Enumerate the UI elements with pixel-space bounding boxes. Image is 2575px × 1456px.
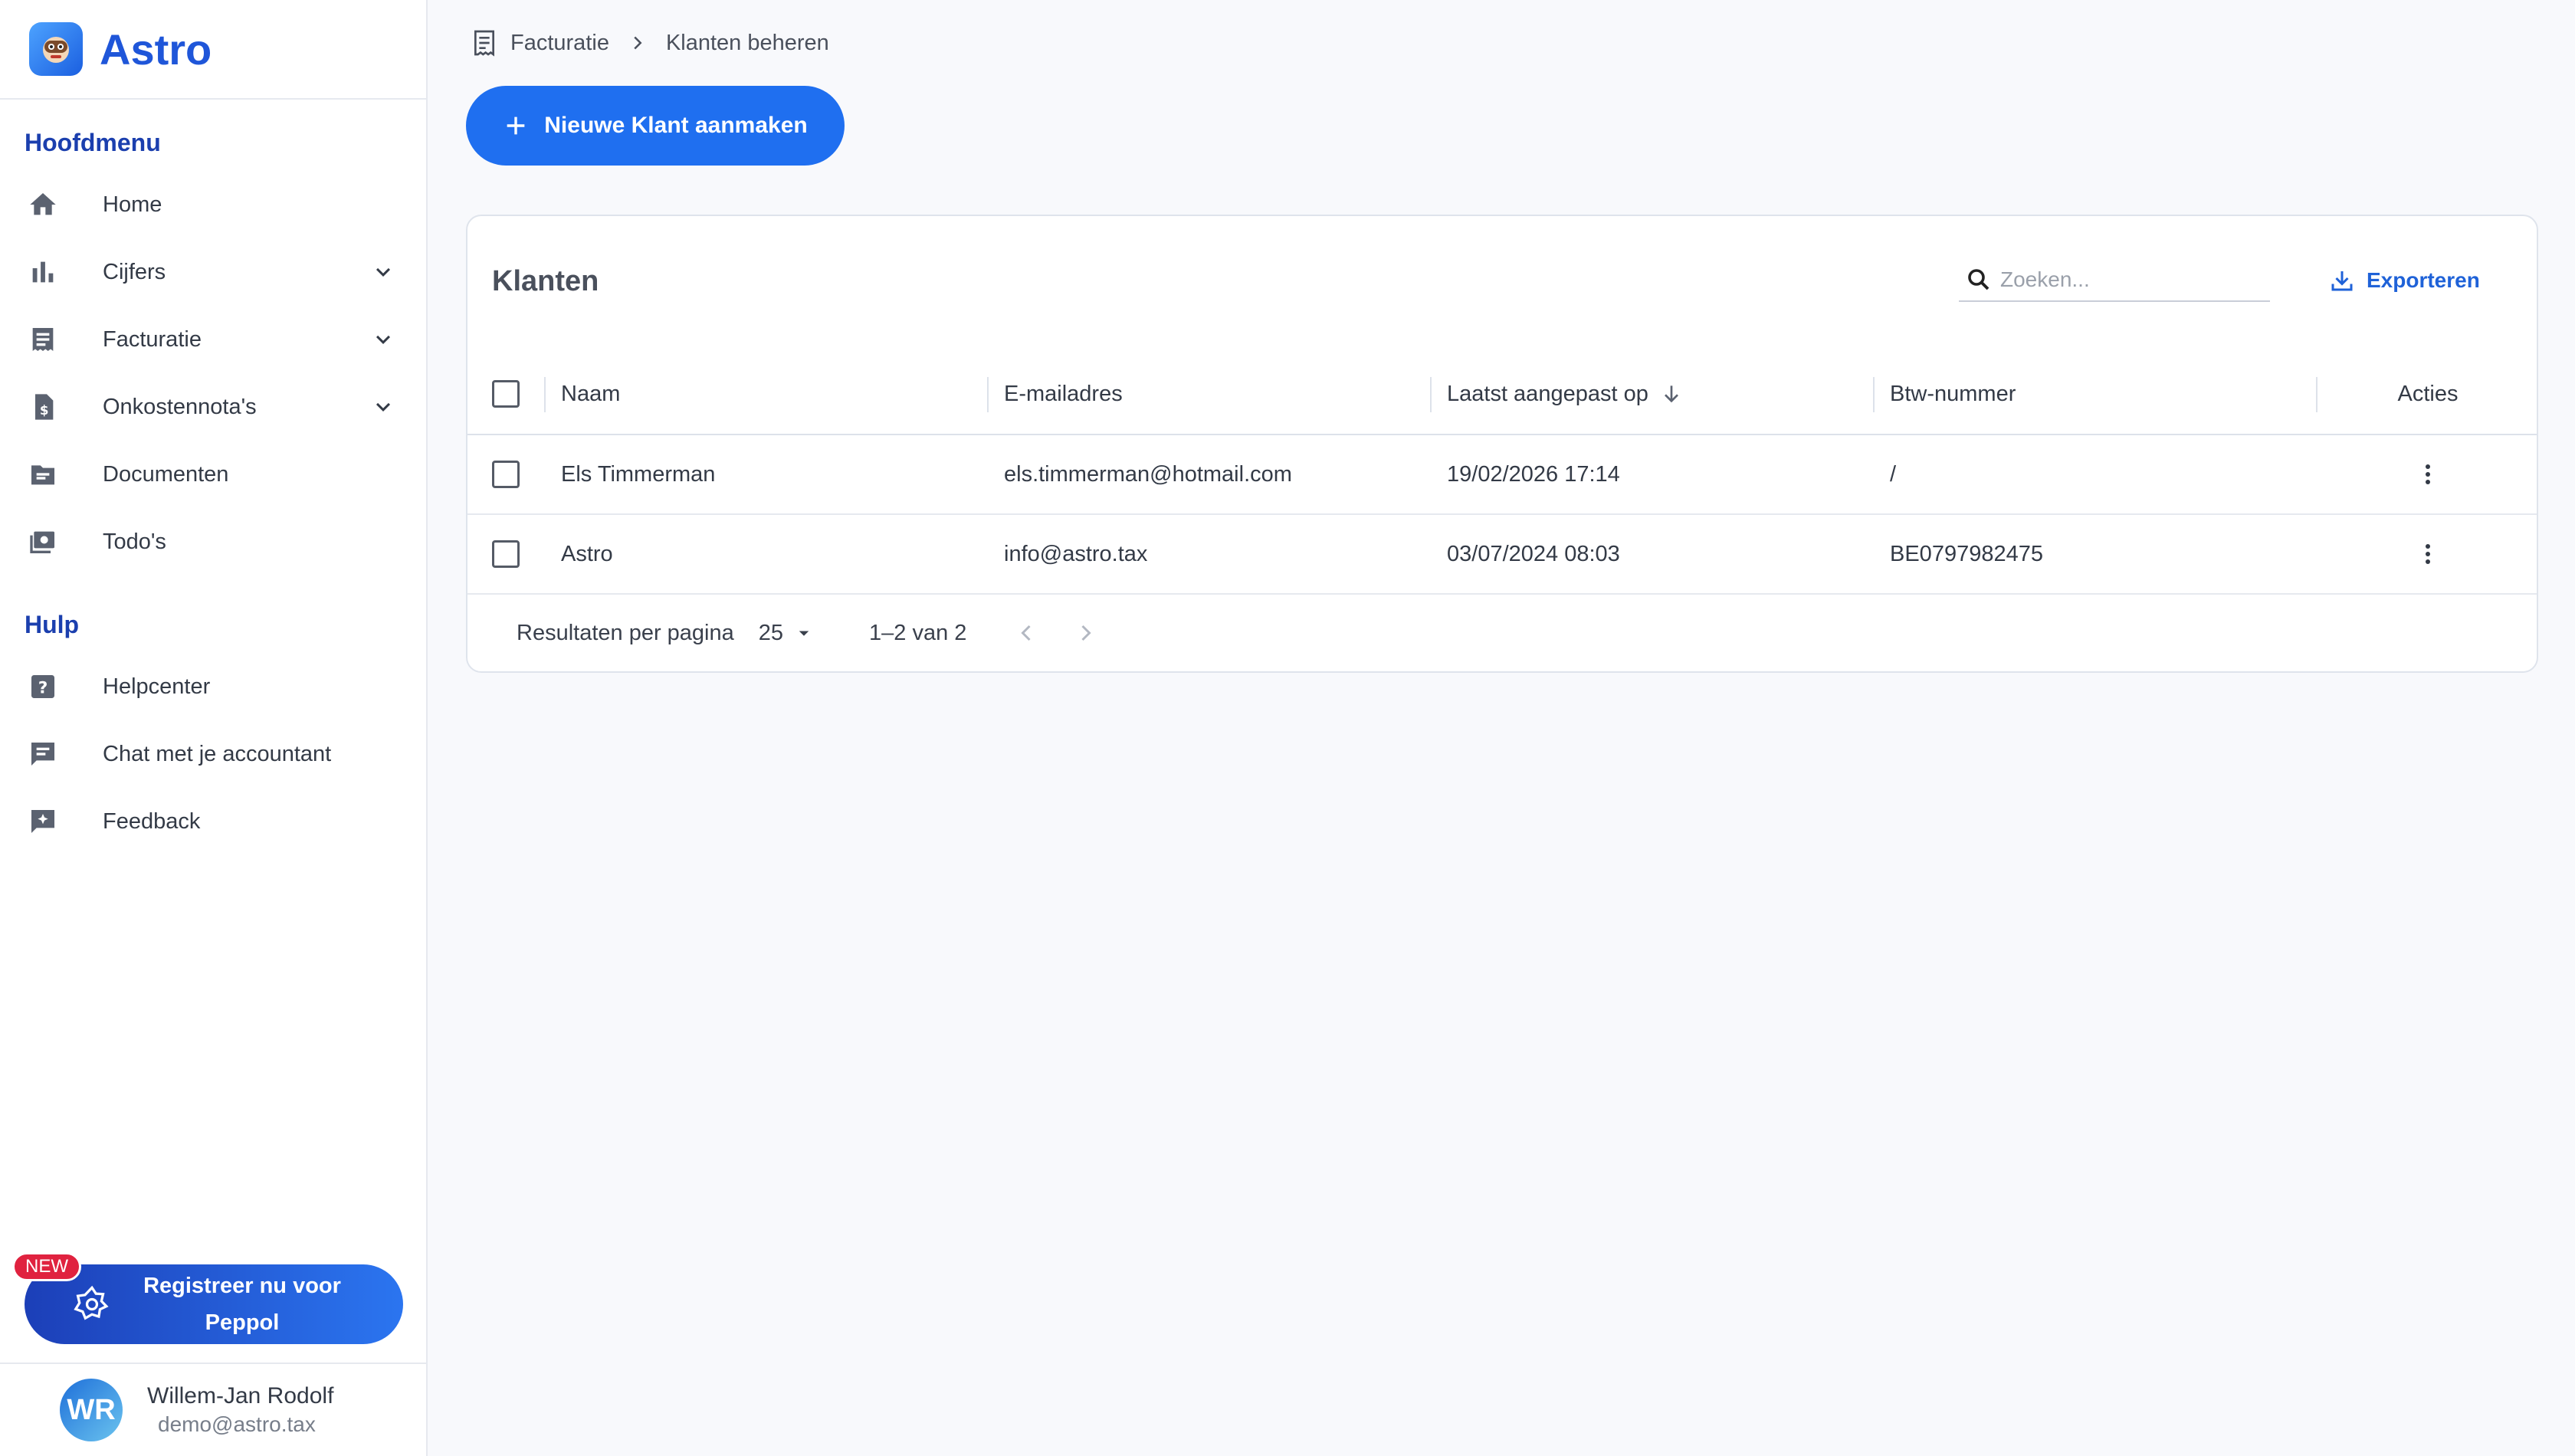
rows-per-page-select[interactable]: 25 <box>759 621 815 646</box>
export-button[interactable]: Exporteren <box>2328 265 2480 296</box>
user-name: Willem-Jan Rodolf <box>147 1383 334 1408</box>
sidebar-item-label: Todo's <box>103 529 166 554</box>
new-client-button-label: Nieuwe Klant aanmaken <box>544 113 808 138</box>
chevron-down-icon[interactable] <box>369 393 397 421</box>
row-checkbox[interactable] <box>492 540 520 568</box>
folder-icon <box>26 457 60 491</box>
sidebar-item-label: Cijfers <box>103 259 166 284</box>
search-icon <box>1968 269 1989 290</box>
svg-text:?: ? <box>38 678 48 697</box>
plus-icon <box>507 116 525 135</box>
row-checkbox[interactable] <box>492 461 520 488</box>
peppol-label-line2: Peppol <box>205 1310 280 1335</box>
sidebar-item-label: Documenten <box>103 461 229 487</box>
caret-down-icon <box>799 631 809 636</box>
pagination-range: 1–2 van 2 <box>869 620 967 645</box>
cell-name: Els Timmerman <box>561 461 716 487</box>
arrow-down-icon[interactable] <box>1659 382 1684 406</box>
home-icon <box>26 188 60 221</box>
bar-chart-icon <box>26 255 60 289</box>
search-input[interactable] <box>2000 267 2253 292</box>
column-header-modified-label: Laatst aangepast op <box>1447 381 1648 406</box>
sidebar-item-label: Facturatie <box>103 326 202 352</box>
chevron-left-icon[interactable] <box>1012 619 1040 647</box>
chevron-down-icon[interactable] <box>369 326 397 353</box>
rows-per-page-value: 25 <box>758 620 784 645</box>
user-profile[interactable]: WR Willem-Jan Rodolf demo@astro.tax <box>0 1363 426 1456</box>
cell-vat: / <box>1890 461 1897 487</box>
sidebar-item-label: Chat met je accountant <box>103 741 332 766</box>
sidebar-item-label: Home <box>103 192 162 217</box>
brand[interactable]: Astro <box>0 0 426 100</box>
table-row[interactable]: Els Timmerman els.timmerman@hotmail.com … <box>467 435 2537 515</box>
cell-modified: 03/07/2024 08:03 <box>1447 541 1620 566</box>
main-menu-title: Hoofdmenu <box>25 129 161 156</box>
help-icon: ? <box>26 670 60 703</box>
sidebar-item-documenten[interactable]: Documenten <box>0 441 426 508</box>
peppol-label: Registreer nu voor Peppol <box>112 1267 403 1341</box>
sidebar-item-onkostennotas[interactable]: $ Onkostennota's <box>0 373 426 441</box>
todo-icon <box>26 525 60 559</box>
peppol-register-button[interactable]: Registreer nu voor Peppol <box>25 1264 403 1344</box>
chevron-right-icon[interactable] <box>1072 619 1100 647</box>
sidebar-item-chat[interactable]: Chat met je accountant <box>0 720 426 788</box>
column-header-actions: Acties <box>2316 354 2537 434</box>
sidebar-item-feedback[interactable]: Feedback <box>0 788 426 855</box>
breadcrumb: Facturatie Klanten beheren <box>469 28 829 58</box>
help-section-title: Hulp <box>25 611 80 638</box>
chevron-right-icon <box>634 36 642 50</box>
table-pagination: Resultaten per pagina 25 1–2 van 2 <box>467 593 2537 671</box>
feedback-icon <box>26 805 60 838</box>
chat-icon <box>26 737 60 771</box>
column-header-vat[interactable]: Btw-nummer <box>1873 354 2316 434</box>
chevron-down-icon[interactable] <box>369 258 397 286</box>
more-vert-icon[interactable] <box>2413 459 2443 490</box>
receipt-icon <box>474 30 494 57</box>
column-header-name[interactable]: Naam <box>544 354 987 434</box>
cell-vat: BE0797982475 <box>1890 541 2043 566</box>
clients-card: Klanten Exporteren Naam E-mailadres Laat… <box>466 215 2538 673</box>
sidebar-item-todos[interactable]: Todo's <box>0 508 426 576</box>
more-vert-icon[interactable] <box>2413 539 2443 569</box>
peppol-label-line1: Registreer nu voor <box>143 1274 341 1298</box>
sidebar-item-home[interactable]: Home <box>0 171 426 238</box>
peppol-icon <box>74 1285 109 1320</box>
sidebar-item-label: Helpcenter <box>103 674 211 699</box>
select-all-checkbox[interactable] <box>492 380 520 408</box>
new-badge: NEW <box>12 1252 81 1281</box>
avatar: WR <box>60 1379 123 1441</box>
svg-text:$: $ <box>40 403 49 418</box>
sidebar-item-label: Onkostennota's <box>103 394 257 419</box>
sidebar-item-facturatie[interactable]: Facturatie <box>0 306 426 373</box>
card-title: Klanten <box>492 265 599 297</box>
expense-file-icon: $ <box>26 390 60 424</box>
download-icon <box>2331 271 2353 291</box>
column-header-email[interactable]: E-mailadres <box>987 354 1430 434</box>
breadcrumb-current: Klanten beheren <box>665 30 829 55</box>
column-header-modified[interactable]: Laatst aangepast op <box>1430 354 1873 434</box>
cell-name: Astro <box>561 541 613 566</box>
export-label: Exporteren <box>2367 268 2480 292</box>
sidebar-item-helpcenter[interactable]: ? Helpcenter <box>0 653 426 720</box>
new-client-button[interactable]: Nieuwe Klant aanmaken <box>466 86 845 166</box>
clients-table: Naam E-mailadres Laatst aangepast op Btw… <box>467 354 2537 595</box>
breadcrumb-parent[interactable]: Facturatie <box>510 31 609 56</box>
sidebar: Astro Hoofdmenu Home Cijfers Facturatie … <box>0 0 428 1456</box>
user-email: demo@astro.tax <box>158 1412 316 1436</box>
receipt-icon <box>26 323 60 356</box>
rows-per-page-label: Resultaten per pagina <box>517 620 734 645</box>
app-name: Astro <box>100 25 212 74</box>
cell-modified: 19/02/2026 17:14 <box>1447 461 1620 487</box>
search-field[interactable] <box>1959 259 2270 302</box>
table-row[interactable]: Astro info@astro.tax 03/07/2024 08:03 BE… <box>467 515 2537 595</box>
astro-logo-icon <box>29 22 83 76</box>
sidebar-item-label: Feedback <box>103 808 201 834</box>
cell-email: info@astro.tax <box>1004 541 1148 566</box>
sidebar-item-cijfers[interactable]: Cijfers <box>0 238 426 306</box>
table-header-row: Naam E-mailadres Laatst aangepast op Btw… <box>467 354 2537 435</box>
cell-email: els.timmerman@hotmail.com <box>1004 461 1292 487</box>
